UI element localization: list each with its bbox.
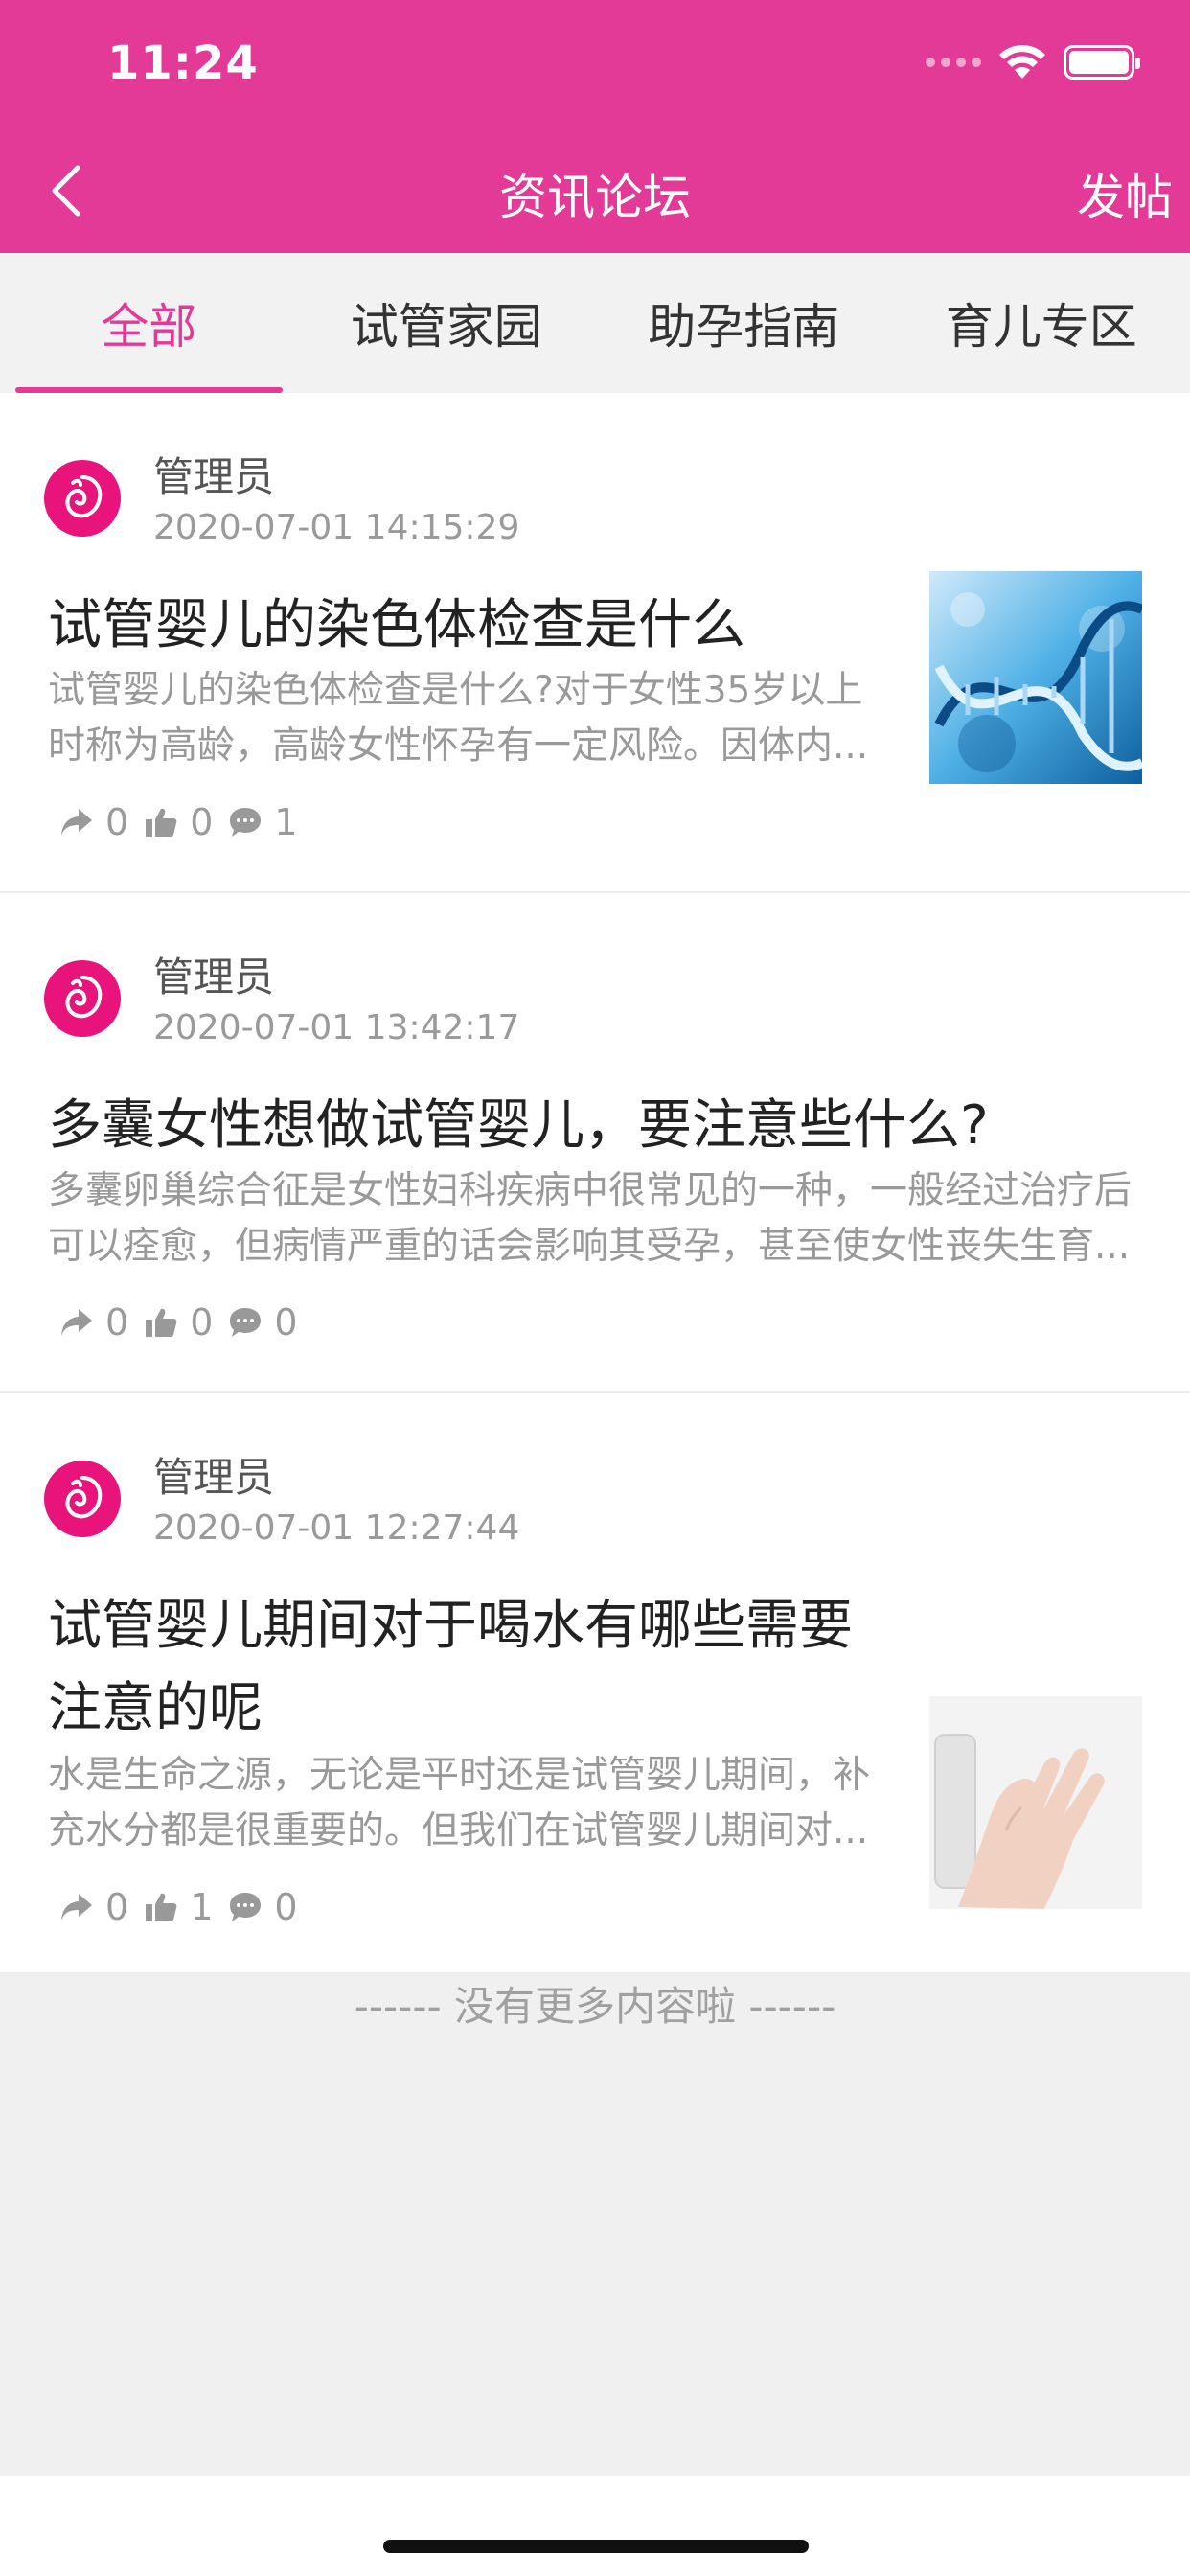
post-summary: 多囊卵巢综合征是女性妇科疾病中很常见的一种，一般经过治疗后可以痊愈，但病情严重的… xyxy=(48,1169,1133,1268)
like-count: 0 xyxy=(190,801,214,843)
comment-count: 1 xyxy=(274,801,298,843)
battery-icon xyxy=(1064,45,1140,80)
post-title: 试管婴儿期间对于喝水有哪些需要注意的呢 xyxy=(48,1595,853,1739)
post-summary: 试管婴儿的染色体检查是什么?对于女性35岁以上时称为高龄，高龄女性怀孕有一定风险… xyxy=(48,669,869,768)
app-logo-icon xyxy=(65,976,103,1019)
share-icon xyxy=(61,1309,92,1336)
comment-icon xyxy=(230,808,262,837)
app-logo-icon xyxy=(65,1476,103,1519)
post-date: 2020-07-01 12:27:44 xyxy=(153,1508,520,1548)
signal-icon xyxy=(926,58,981,67)
comment-stat[interactable]: 1 xyxy=(228,801,298,843)
post-list: 管理员 2020-07-01 14:15:29 试管婴儿的染色体检查是什么 试管… xyxy=(0,393,1190,1972)
post-card[interactable]: 管理员 2020-07-01 12:27:44 试管婴儿期间对于喝水有哪些需要注… xyxy=(0,1393,1190,1972)
thumbs-up-icon xyxy=(146,808,177,837)
comment-stat[interactable]: 0 xyxy=(228,1301,298,1344)
wifi-icon xyxy=(999,45,1045,79)
thumbs-up-icon xyxy=(146,1308,177,1337)
like-stat[interactable]: 0 xyxy=(144,1301,213,1344)
page-title: 资讯论坛 xyxy=(499,170,691,225)
no-more-content-text: ------ 没有更多内容啦 ------ xyxy=(354,1983,836,2030)
share-stat[interactable]: 0 xyxy=(59,801,128,843)
home-indicator-area xyxy=(0,2476,1190,2576)
post-card[interactable]: 管理员 2020-07-01 13:42:17 多囊女性想做试管婴儿，要注意些什… xyxy=(0,893,1190,1393)
comment-icon xyxy=(230,1308,262,1337)
home-indicator[interactable] xyxy=(383,2540,809,2553)
status-icons xyxy=(926,44,1140,80)
like-count: 0 xyxy=(190,1301,214,1344)
share-icon xyxy=(61,1894,92,1920)
post-title: 多囊女性想做试管婴儿，要注意些什么? xyxy=(48,1094,989,1157)
post-card[interactable]: 管理员 2020-07-01 14:15:29 试管婴儿的染色体检查是什么 试管… xyxy=(0,393,1190,893)
app-logo-icon xyxy=(65,475,103,518)
post-button[interactable]: 发帖 xyxy=(1077,159,1173,228)
share-icon xyxy=(61,809,92,836)
share-stat[interactable]: 0 xyxy=(59,1886,128,1928)
avatar[interactable] xyxy=(44,960,121,1037)
dna-image[interactable] xyxy=(929,571,1142,784)
author-name: 管理员 xyxy=(153,954,275,1000)
comment-stat[interactable]: 0 xyxy=(228,1886,298,1928)
like-count: 1 xyxy=(190,1886,214,1928)
status-time: 11:24 xyxy=(107,36,259,90)
author-name: 管理员 xyxy=(153,453,275,500)
avatar[interactable] xyxy=(44,460,121,537)
tab-ivf-home[interactable]: 试管家园 xyxy=(298,253,596,393)
comment-icon xyxy=(230,1893,262,1921)
share-stat[interactable]: 0 xyxy=(59,1301,128,1344)
thumbs-up-icon xyxy=(146,1893,177,1921)
comment-count: 0 xyxy=(274,1886,298,1928)
share-count: 0 xyxy=(105,1886,129,1928)
tab-parenting[interactable]: 育儿专区 xyxy=(893,253,1190,393)
post-stats: 0 0 1 xyxy=(59,801,313,843)
tab-fertility-guide[interactable]: 助孕指南 xyxy=(595,253,893,393)
post-summary: 水是生命之源，无论是平时还是试管婴儿期间，补充水分都是很重要的。但我们在试管婴儿… xyxy=(48,1754,871,1852)
post-date: 2020-07-01 14:15:29 xyxy=(153,508,520,547)
comment-count: 0 xyxy=(274,1301,298,1344)
post-title: 试管婴儿的染色体检查是什么 xyxy=(48,594,745,656)
avatar[interactable] xyxy=(44,1460,121,1537)
category-tabs: 全部 试管家园 助孕指南 育儿专区 xyxy=(0,253,1190,393)
app-header: 11:24 资讯论坛 发帖 xyxy=(0,0,1190,253)
like-stat[interactable]: 0 xyxy=(144,801,213,843)
share-count: 0 xyxy=(105,801,129,843)
tab-all[interactable]: 全部 xyxy=(0,253,298,393)
post-date: 2020-07-01 13:42:17 xyxy=(153,1008,520,1047)
author-name: 管理员 xyxy=(153,1454,275,1501)
water-glass-image[interactable] xyxy=(929,1696,1142,1909)
post-stats: 0 1 0 xyxy=(59,1886,313,1928)
like-stat[interactable]: 1 xyxy=(144,1886,213,1928)
share-count: 0 xyxy=(105,1301,129,1344)
post-stats: 0 0 0 xyxy=(59,1301,313,1344)
